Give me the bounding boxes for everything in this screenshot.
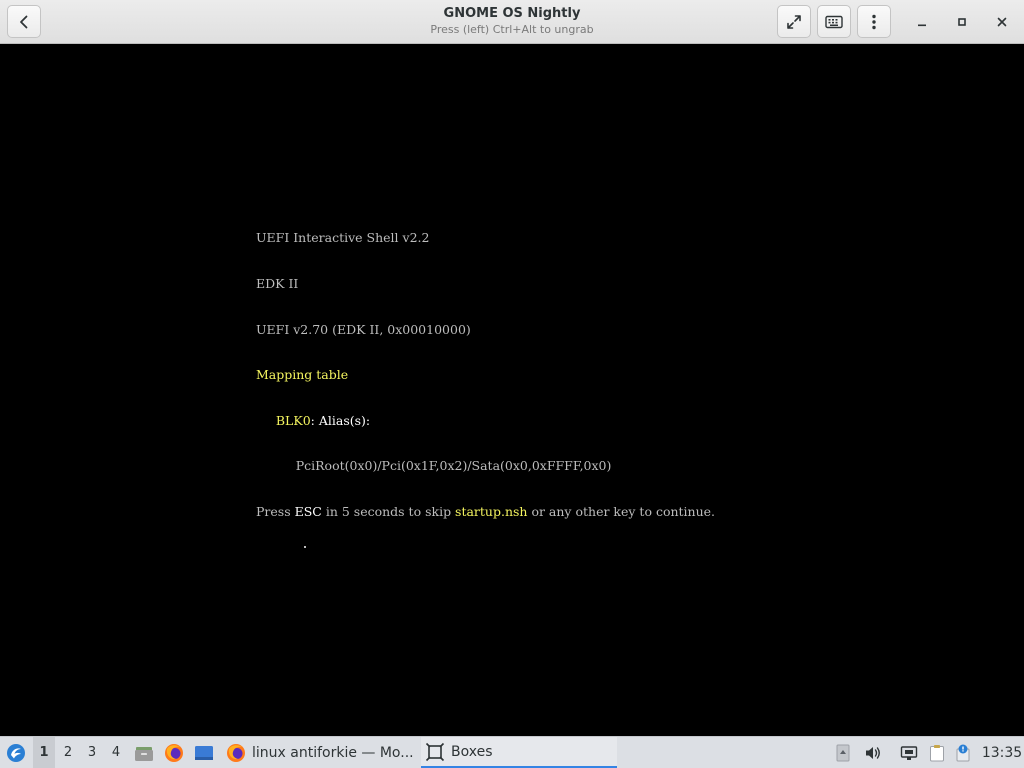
task-label: Boxes [451,743,493,760]
fullscreen-icon [787,14,801,29]
desktop-icon [195,745,213,760]
window-subtitle: Press (left) Ctrl+Alt to ungrab [430,23,594,36]
console-line-device: BLK0: Alias(s): [256,413,715,428]
header-bar: GNOME OS Nightly Press (left) Ctrl+Alt t… [0,0,1024,44]
prompt-text: in 5 seconds to skip [321,503,456,519]
taskbar: 1 2 3 4 linux antiforkie — Mo... Boxes 1… [0,736,1024,768]
console-line-device-path: PciRoot(0x0)/Pci(0x1F,0x2)/Sata(0x0,0xFF… [256,458,612,474]
minimize-icon [918,24,926,27]
network-button[interactable] [898,737,920,768]
workspace-3[interactable]: 3 [81,737,103,768]
clock[interactable]: 13:35 [980,737,1024,768]
boxes-icon [425,742,445,761]
files-launcher[interactable] [133,737,155,768]
task-label: linux antiforkie — Mo... [252,744,414,761]
volume-button[interactable] [862,737,884,768]
desktop-launcher[interactable] [193,737,215,768]
device-alias: : Alias(s): [310,412,371,428]
keyboard-icon [825,15,843,28]
updates-notification-icon [956,744,970,761]
console-line: UEFI v2.70 (EDK II, 0x00010000) [256,321,471,337]
prompt-startup-file: startup.nsh [455,503,528,519]
kebab-menu-icon [872,14,876,29]
workspace-2[interactable]: 2 [57,737,79,768]
file-manager-icon [135,746,153,761]
workspace-1[interactable]: 1 [33,737,55,768]
keyboard-button[interactable] [817,5,851,38]
title-area: GNOME OS Nightly Press (left) Ctrl+Alt t… [300,5,724,37]
task-button-firefox[interactable]: linux antiforkie — Mo... [222,737,416,768]
back-arrow-icon [20,15,28,28]
updates-button[interactable] [952,737,974,768]
volume-icon [866,746,880,759]
console-line-mapping-table: Mapping table [256,367,349,383]
menu-button[interactable] [857,5,891,38]
console-line: UEFI Interactive Shell v2.2 [256,230,430,246]
window-title: GNOME OS Nightly [443,6,581,21]
network-wired-icon [900,745,918,760]
app-menu-button[interactable] [3,737,29,768]
task-button-boxes[interactable]: Boxes [421,737,617,768]
console-line-prompt: Press ESC in 5 seconds to skip startup.n… [256,504,715,519]
firefox-icon [165,743,183,762]
notification-tray[interactable] [834,737,852,768]
clipboard-button[interactable] [926,737,948,768]
start-menu-icon [7,743,25,762]
firefox-icon [227,743,245,762]
uefi-console: UEFI Interactive Shell v2.2 EDK II UEFI … [256,200,715,550]
back-button[interactable] [7,5,41,38]
console-indent [256,413,276,428]
fullscreen-button[interactable] [777,5,811,38]
close-button[interactable] [988,8,1016,36]
prompt-text: Press [256,503,295,519]
maximize-button[interactable] [948,8,976,36]
mouse-cursor-dot [304,546,306,548]
maximize-icon [958,18,966,26]
prompt-text: or any other key to continue. [527,503,716,519]
clipboard-icon [930,744,944,761]
minimize-button[interactable] [908,8,936,36]
vm-display[interactable]: UEFI Interactive Shell v2.2 EDK II UEFI … [0,44,1024,736]
firefox-launcher[interactable] [163,737,185,768]
tray-expand-icon [836,744,850,761]
close-icon [997,17,1007,27]
prompt-esc-key: ESC [294,503,322,519]
console-line: EDK II [256,276,299,291]
device-name: BLK0 [275,412,311,428]
workspace-4[interactable]: 4 [105,737,127,768]
